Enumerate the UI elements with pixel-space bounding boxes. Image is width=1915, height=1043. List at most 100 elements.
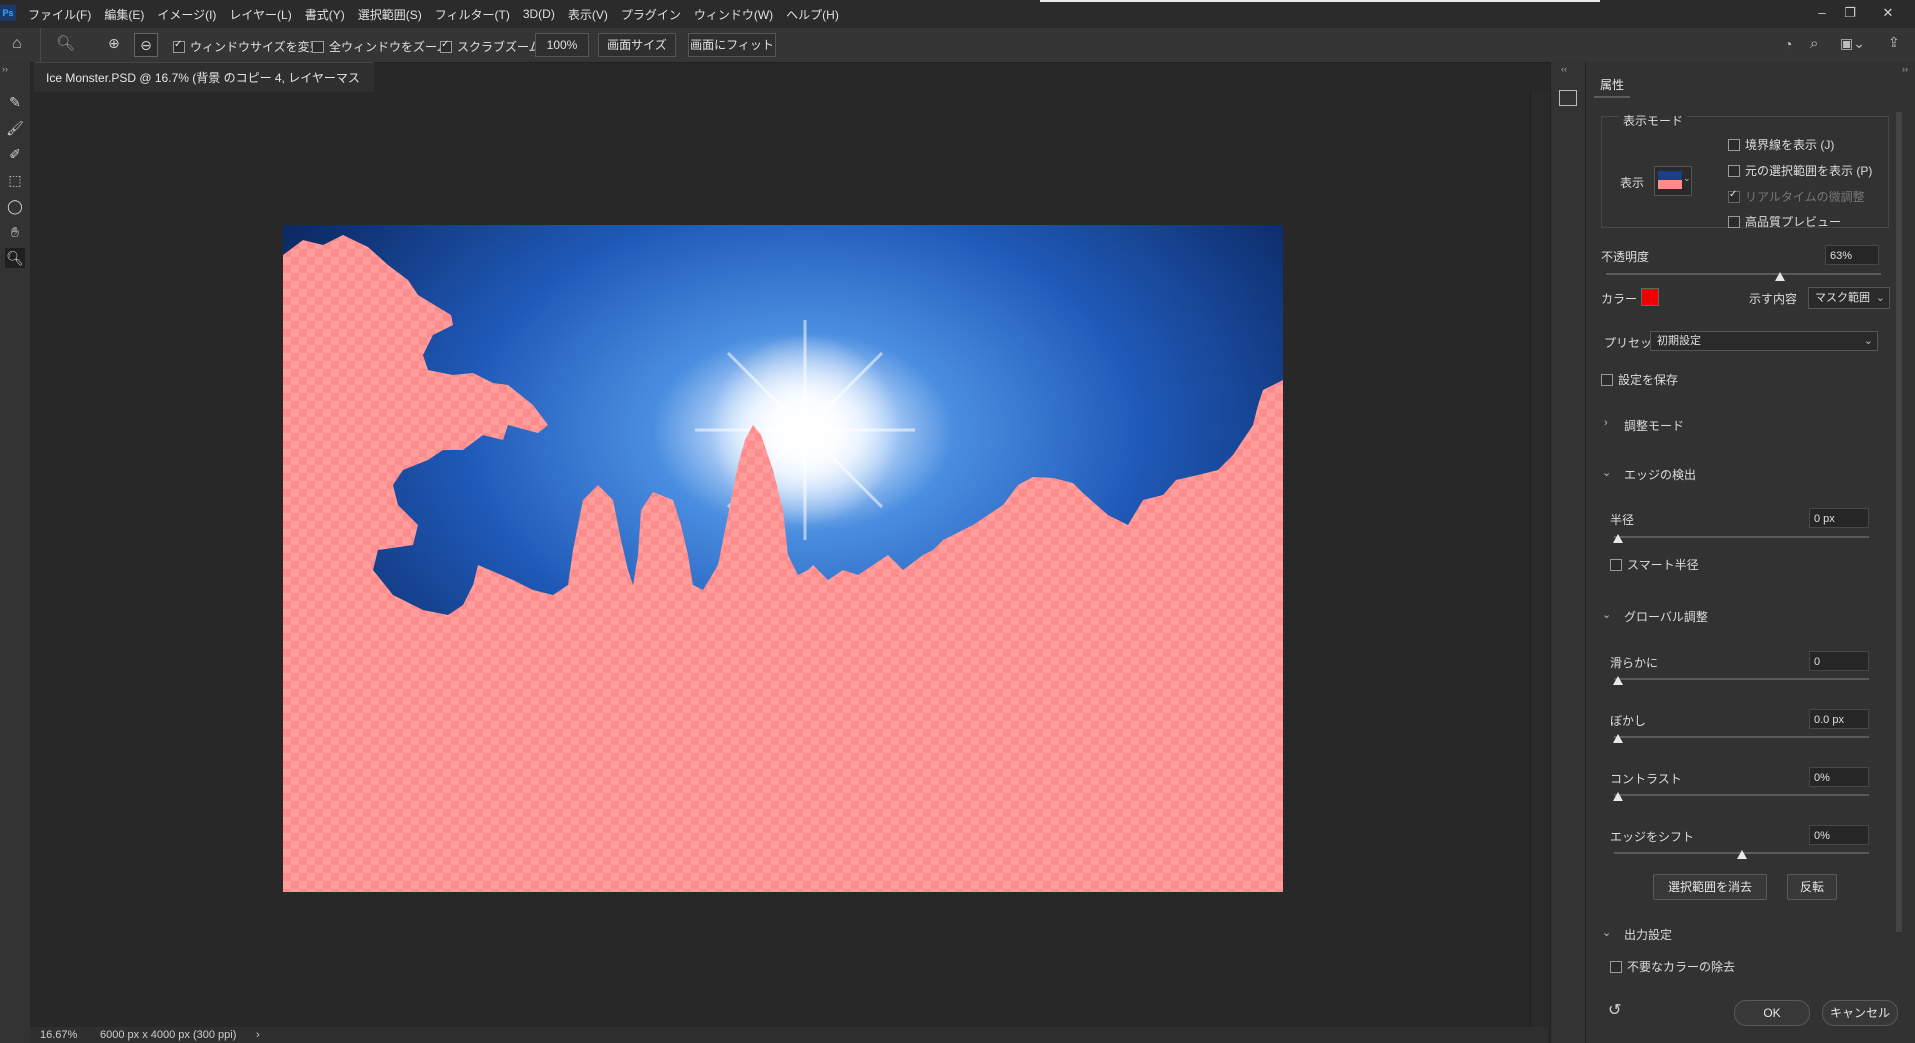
contrast-slider[interactable] [1614, 794, 1869, 796]
status-zoom[interactable]: 16.67% [40, 1027, 77, 1043]
restore-icon[interactable]: ❐ [1838, 2, 1862, 24]
menu-item[interactable]: イメージ(I) [157, 6, 216, 23]
radius-slider[interactable] [1614, 536, 1869, 538]
menu-item[interactable]: 編集(E) [104, 6, 144, 23]
smooth-slider-thumb[interactable] [1613, 676, 1623, 685]
invert-button[interactable]: 反転 [1787, 874, 1837, 900]
radius-label: 半径 [1610, 513, 1635, 527]
chevron-down-icon[interactable]: ⌄ [1602, 608, 1611, 621]
refine-mode-header[interactable]: 調整モード [1624, 417, 1684, 434]
color-swatch[interactable] [1641, 288, 1659, 306]
screen-size-button[interactable]: 画面サイズ [598, 33, 676, 57]
zoom-in-icon[interactable]: ⊕ [108, 35, 128, 55]
home-icon[interactable]: ⌂ [12, 35, 32, 55]
brush-tool-icon[interactable]: ✐ [5, 144, 25, 164]
smart-radius-checkbox[interactable]: スマート半径 [1610, 556, 1699, 573]
contrast-slider-thumb[interactable] [1613, 792, 1623, 801]
clear-selection-button[interactable]: 選択範囲を消去 [1653, 874, 1767, 900]
collapse-arrows-icon[interactable]: ‹‹ [1561, 64, 1567, 74]
output-settings-header[interactable]: 出力設定 [1624, 926, 1672, 943]
chevron-down-icon: ⌄ [1683, 173, 1691, 183]
cancel-button[interactable]: キャンセル [1822, 1000, 1898, 1026]
global-refinements-header[interactable]: グローバル調整 [1624, 608, 1708, 625]
document-tab[interactable]: Ice Monster.PSD @ 16.7% (背景 のコピー 4, レイヤー… [34, 62, 374, 115]
vertical-scrollbar[interactable] [1530, 92, 1549, 1027]
radius-slider-thumb[interactable] [1613, 534, 1623, 543]
checkbox-icon [1610, 558, 1622, 571]
photoshop-logo: Ps [0, 5, 16, 21]
menu-item[interactable]: 表示(V) [568, 6, 608, 23]
menu-item[interactable]: プラグイン [621, 6, 681, 23]
menu-item[interactable]: レイヤー(L) [229, 6, 291, 23]
sun-rays [695, 320, 915, 540]
menu-item[interactable]: ヘルプ(H) [786, 6, 839, 23]
refine-edge-brush-icon[interactable]: 🖌︎ [5, 118, 25, 138]
search-icon[interactable]: ⌕ [1810, 35, 1818, 52]
feather-field[interactable]: 0.0 px [1809, 709, 1869, 729]
status-arrow-icon[interactable]: › [256, 1027, 260, 1043]
zoom-all-checkbox[interactable]: 全ウィンドウをズーム [312, 38, 449, 55]
ok-button[interactable]: OK [1734, 1000, 1810, 1026]
contrast-field[interactable]: 0% [1809, 767, 1869, 787]
indicates-dropdown[interactable]: マスク範囲 ⌄ [1808, 287, 1890, 309]
zoom-value-button[interactable]: 100% [535, 33, 589, 57]
reset-icon[interactable]: ↺ [1608, 1000, 1621, 1020]
document-image[interactable] [283, 225, 1283, 892]
opacity-field[interactable]: 63% [1825, 245, 1879, 265]
opacity-slider[interactable] [1606, 273, 1881, 275]
show-edge-checkbox[interactable]: 境界線を表示 (J) [1728, 136, 1834, 153]
zoom-out-icon[interactable]: ⊖ [134, 33, 158, 57]
preset-dropdown[interactable]: 初期設定 ⌄ [1650, 331, 1878, 351]
shift-edge-slider-thumb[interactable] [1737, 850, 1747, 859]
show-original-checkbox[interactable]: 元の選択範囲を表示 (P) [1728, 162, 1872, 179]
edge-detection-header[interactable]: エッジの検出 [1624, 466, 1696, 483]
minimize-icon[interactable]: – [1810, 2, 1834, 24]
fit-screen-button[interactable]: 画面にフィット [688, 33, 776, 57]
tab-properties[interactable]: 属性 [1594, 74, 1631, 98]
zoom-tool-icon[interactable]: 🔍︎ [5, 248, 25, 268]
share-icon[interactable]: ⇪ [1888, 34, 1900, 51]
properties-panel-icon[interactable] [1559, 90, 1577, 106]
quick-selection-tool-icon[interactable]: ✎ [5, 92, 25, 112]
smooth-slider[interactable] [1614, 678, 1869, 680]
feather-slider-thumb[interactable] [1613, 734, 1623, 743]
chevron-down-icon[interactable]: ⌄ [1602, 466, 1611, 479]
user-icon[interactable]: ◔ [1784, 36, 1792, 52]
zoom-tool-icon[interactable]: 🔍︎ [56, 34, 76, 54]
workspace-icon[interactable]: ▣⌄ [1840, 35, 1865, 52]
decontaminate-label: 不要なカラーの除去 [1627, 960, 1736, 974]
feather-slider[interactable] [1614, 736, 1869, 738]
contrast-label: コントラスト [1610, 772, 1682, 786]
panel-dock-icons: ‹‹ [1550, 62, 1585, 1043]
radius-field[interactable]: 0 px [1809, 508, 1869, 528]
lasso-tool-icon[interactable]: ◯ [5, 196, 25, 216]
scrubby-zoom-checkbox[interactable]: スクラブズーム [440, 38, 541, 55]
resize-windows-checkbox[interactable]: ウィンドウサイズを変更 [173, 38, 322, 55]
title-strip [1040, 0, 1600, 2]
decontaminate-checkbox[interactable]: 不要なカラーの除去 [1610, 958, 1735, 975]
chevron-right-icon[interactable]: › [1604, 417, 1608, 429]
expand-arrows-icon[interactable]: ›› [1902, 64, 1908, 74]
hand-tool-icon[interactable]: ✋︎ [5, 222, 25, 242]
panel-scrollbar[interactable] [1896, 112, 1902, 932]
view-mode-dropdown[interactable]: ⌄ [1654, 166, 1692, 196]
scrubby-zoom-label: スクラブズーム [457, 40, 541, 54]
object-selection-tool-icon[interactable]: ⬚ [5, 170, 25, 190]
remember-settings-checkbox[interactable]: 設定を保存 [1601, 371, 1678, 388]
opacity-slider-thumb[interactable] [1775, 272, 1785, 281]
chevron-down-icon[interactable]: ⌄ [1602, 926, 1611, 939]
collapse-arrows-icon[interactable]: ›› [2, 64, 8, 74]
color-label: カラー [1601, 292, 1638, 306]
menu-item[interactable]: フィルター(T) [435, 6, 510, 23]
menu-item[interactable]: 選択範囲(S) [358, 6, 422, 23]
shift-edge-field[interactable]: 0% [1809, 825, 1869, 845]
menu-item[interactable]: ファイル(F) [28, 6, 91, 23]
menu-item[interactable]: 書式(Y) [305, 6, 345, 23]
smooth-field[interactable]: 0 [1809, 651, 1869, 671]
close-window-icon[interactable]: ✕ [1876, 2, 1900, 24]
checkbox-icon [1610, 960, 1622, 973]
menu-item[interactable]: 3D(D) [523, 7, 555, 21]
menu-item[interactable]: ウィンドウ(W) [694, 6, 773, 23]
hq-preview-checkbox[interactable]: 高品質プレビュー [1728, 213, 1841, 230]
zoom-all-label: 全ウィンドウをズーム [329, 40, 449, 54]
